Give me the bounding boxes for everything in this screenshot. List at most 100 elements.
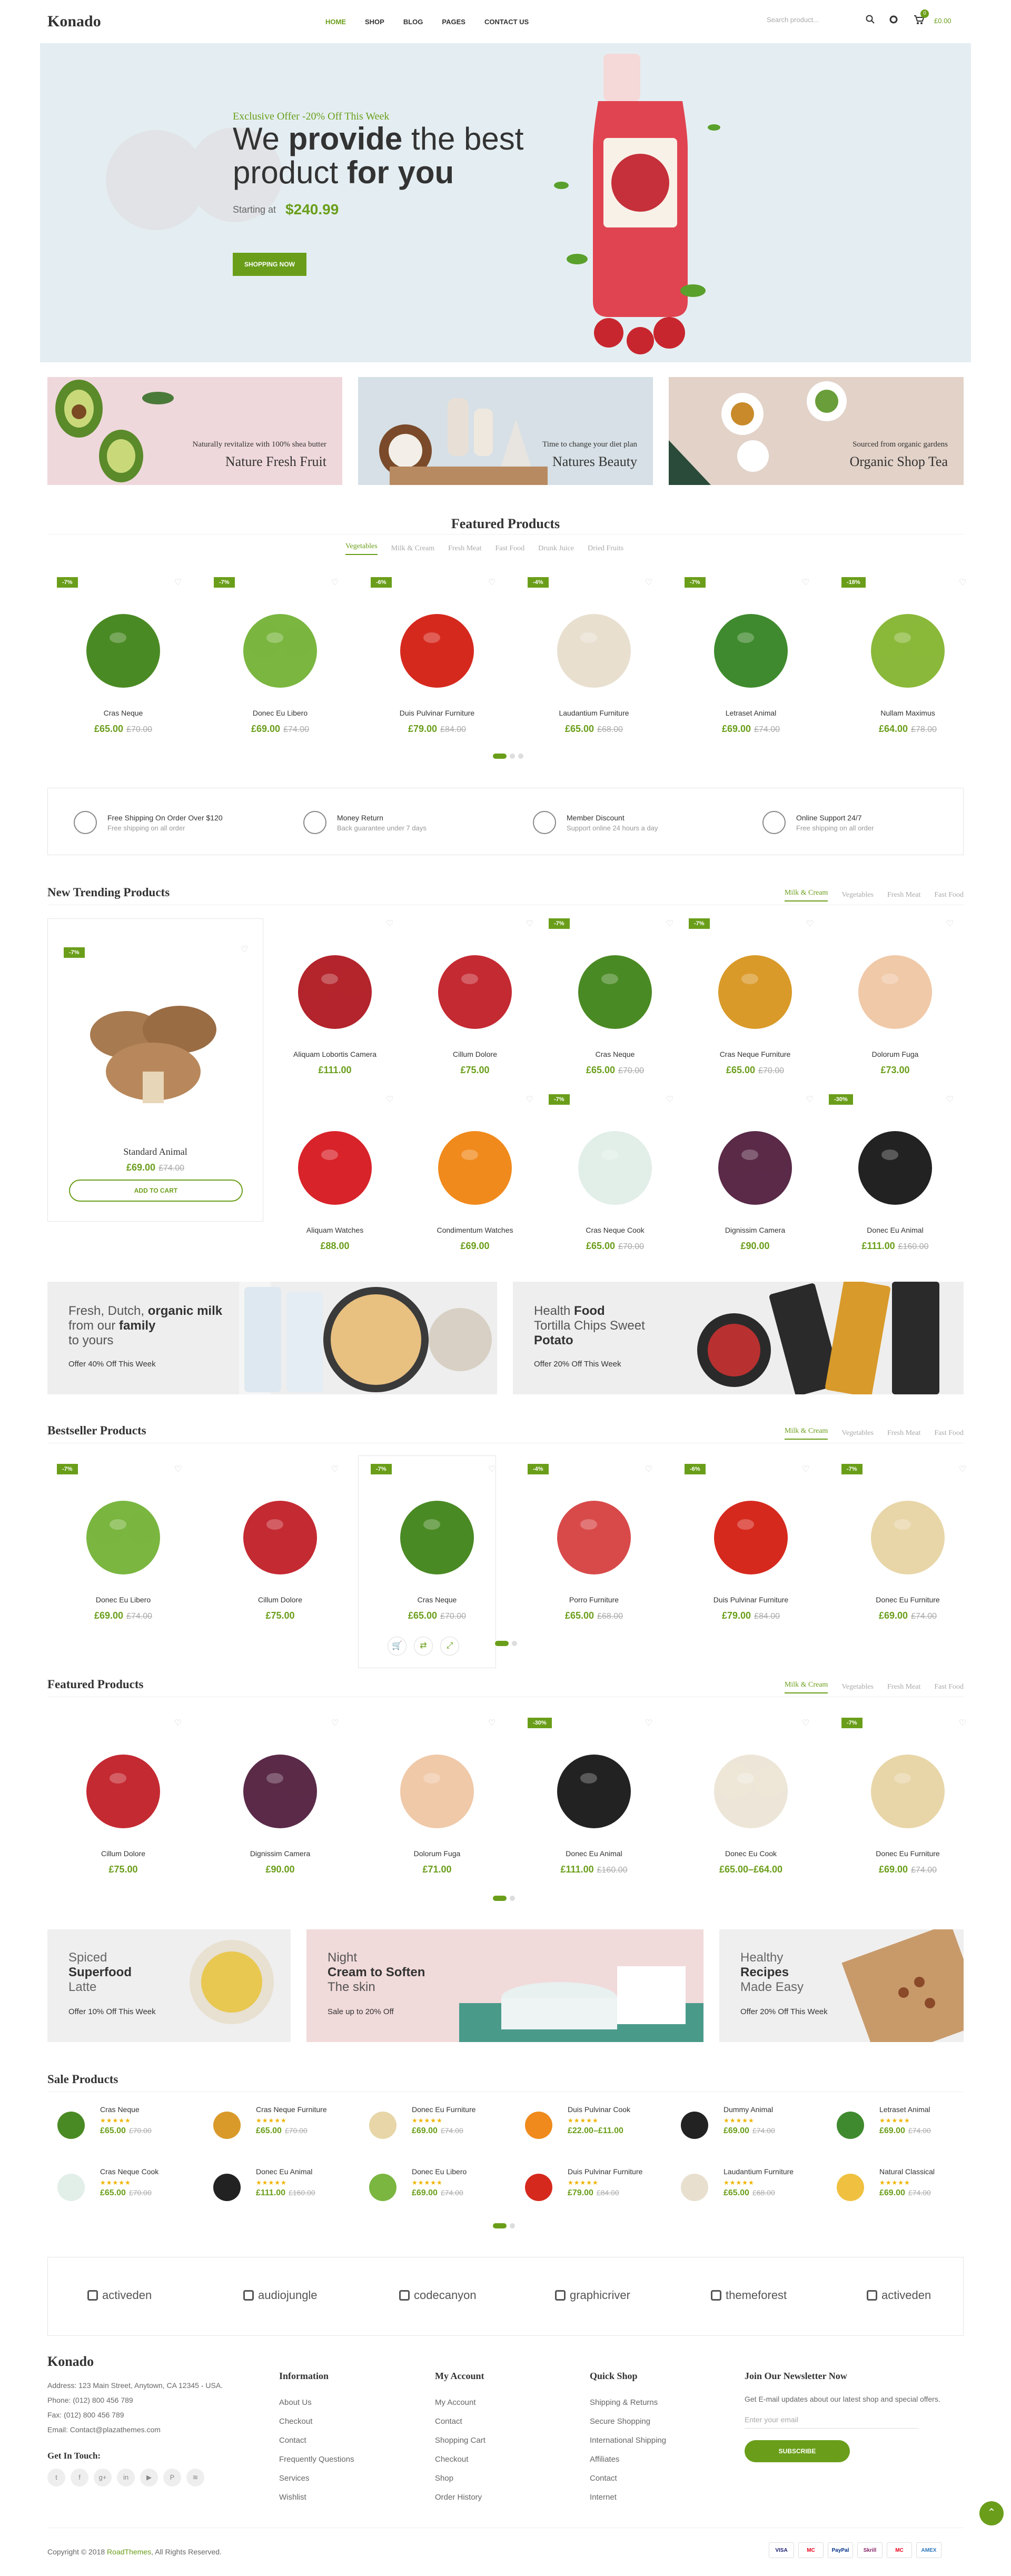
- brand-logo[interactable]: audiojungle: [243, 2288, 318, 2302]
- product-name[interactable]: Donec Eu Libero: [49, 1596, 197, 1604]
- brand-logo[interactable]: activeden: [867, 2288, 931, 2302]
- product-name[interactable]: Duis Pulvinar Furniture: [677, 1596, 825, 1604]
- product-image[interactable]: [520, 2167, 557, 2204]
- product-card[interactable]: -7% ♡ Donec Eu Furniture £69.00 £74.00: [834, 1464, 982, 1627]
- product-name[interactable]: Duis Pulvinar Furniture: [568, 2167, 642, 2176]
- tab-fast-food[interactable]: Fast Food: [934, 891, 964, 899]
- product-name[interactable]: Aliquam Lobortis Camera: [261, 1050, 409, 1058]
- product-card[interactable]: -4% ♡ Porro Furniture £65.00 £68.00: [520, 1464, 668, 1627]
- promo-health-food[interactable]: Health Food Tortilla Chips Sweet Potato …: [513, 1282, 964, 1394]
- footer-link[interactable]: About Us: [279, 2393, 354, 2412]
- product-card[interactable]: -7% ♡ Donec Eu Furniture £69.00 £74.00: [834, 1718, 982, 1881]
- wishlist-icon[interactable]: ♡: [331, 1718, 339, 1728]
- product-card[interactable]: -18% ♡ Nullam Maximus £64.00 £78.00: [834, 577, 982, 740]
- wishlist-icon[interactable]: ♡: [174, 1464, 182, 1474]
- footer-logo[interactable]: Konado: [47, 2354, 94, 2370]
- wishlist-icon[interactable]: ♡: [946, 918, 954, 928]
- sale-item[interactable]: Duis Pulvinar Furniture ★★★★★ £79.00 £84.00: [520, 2167, 642, 2204]
- tab-fresh-meat[interactable]: Fresh Meat: [887, 1683, 920, 1691]
- sale-item[interactable]: Laudantium Furniture ★★★★★ £65.00 £68.00: [676, 2167, 794, 2204]
- product-image[interactable]: [541, 593, 647, 698]
- sale-item[interactable]: Letraset Animal ★★★★★ £69.00 £74.00: [832, 2105, 931, 2142]
- carousel-pagination[interactable]: [493, 1896, 515, 1901]
- product-name[interactable]: Letraset Animal: [677, 709, 825, 717]
- product-name[interactable]: Cillum Dolore: [401, 1050, 549, 1058]
- footer-link[interactable]: International Shipping: [590, 2431, 666, 2450]
- carousel-pagination[interactable]: [493, 2223, 515, 2228]
- linkedin-icon[interactable]: in: [117, 2469, 135, 2486]
- product-card[interactable]: ♡ Dignissim Camera £90.00: [206, 1718, 354, 1881]
- footer-link[interactable]: Shopping Cart: [435, 2431, 485, 2450]
- product-image[interactable]: [855, 1733, 960, 1839]
- product-image[interactable]: [422, 1110, 528, 1215]
- wishlist-icon[interactable]: ♡: [958, 577, 967, 587]
- product-card[interactable]: -30% ♡ Donec Eu Animal £111.00 £160.00: [520, 1718, 668, 1881]
- product-name[interactable]: Cras Neque: [541, 1050, 689, 1058]
- product-image[interactable]: [209, 2105, 245, 2142]
- product-card[interactable]: ♡ Aliquam Watches £88.00: [261, 1094, 409, 1257]
- product-card[interactable]: ♡ Cillum Dolore £75.00: [49, 1718, 197, 1881]
- product-image[interactable]: [676, 2167, 713, 2204]
- twitter-icon[interactable]: t: [47, 2469, 65, 2486]
- tab-milk-cream[interactable]: Milk & Cream: [784, 1681, 828, 1693]
- sale-item[interactable]: Natural Classical ★★★★★ £69.00 £74.00: [832, 2167, 935, 2204]
- footer-link[interactable]: Services: [279, 2469, 354, 2488]
- product-image[interactable]: [855, 593, 960, 698]
- promo-superfood-latte[interactable]: Spiced Superfood Latte Offer 10% Off This …: [47, 1929, 291, 2042]
- product-image[interactable]: [562, 1110, 668, 1215]
- product-name[interactable]: Dignissim Camera: [681, 1226, 829, 1234]
- newsletter-email-input[interactable]: Enter your email: [745, 2415, 918, 2429]
- product-name[interactable]: Duis Pulvinar Cook: [568, 2105, 630, 2114]
- site-logo[interactable]: Konado: [47, 13, 101, 31]
- product-image[interactable]: [227, 1480, 333, 1585]
- cart-total[interactable]: £0.00: [934, 17, 951, 25]
- product-name[interactable]: Cras Neque: [49, 709, 197, 717]
- product-name[interactable]: Cras Neque Cook: [541, 1226, 689, 1234]
- brand-logo[interactable]: themeforest: [711, 2288, 787, 2302]
- sale-item[interactable]: Dummy Animal ★★★★★ £69.00 £74.00: [676, 2105, 775, 2142]
- wishlist-icon[interactable]: ♡: [801, 1718, 810, 1728]
- tab-milk-cream[interactable]: Milk & Cream: [784, 1427, 828, 1440]
- wishlist-icon[interactable]: ♡: [526, 1094, 534, 1104]
- wishlist-icon[interactable]: ♡: [958, 1718, 967, 1728]
- sale-item[interactable]: Donec Eu Libero ★★★★★ £69.00 £74.00: [364, 2167, 467, 2204]
- product-name[interactable]: Dolorum Fuga: [821, 1050, 969, 1058]
- wishlist-icon[interactable]: ♡: [526, 918, 534, 928]
- wishlist-icon[interactable]: ♡: [801, 1464, 810, 1474]
- product-name[interactable]: Cillum Dolore: [49, 1849, 197, 1858]
- product-image[interactable]: [562, 934, 668, 1039]
- product-name[interactable]: Donec Eu Furniture: [412, 2105, 475, 2114]
- product-image[interactable]: [282, 1110, 388, 1215]
- product-name[interactable]: Cras Neque Furniture: [681, 1050, 829, 1058]
- product-image[interactable]: [209, 2167, 245, 2204]
- promo-night-cream[interactable]: Night Cream to Soften The skin Sale up to …: [306, 1929, 703, 2042]
- wishlist-icon[interactable]: ♡: [488, 1718, 496, 1728]
- google-plus-icon[interactable]: g+: [94, 2469, 112, 2486]
- product-name[interactable]: Cras Neque: [100, 2105, 152, 2114]
- rss-icon[interactable]: ≋: [186, 2469, 204, 2486]
- banner-natures-beauty[interactable]: Time to change your diet plan Natures Be…: [358, 377, 653, 485]
- footer-link[interactable]: Affiliates: [590, 2450, 666, 2469]
- wishlist-icon[interactable]: ♡: [385, 1094, 394, 1104]
- product-image[interactable]: [71, 1733, 176, 1839]
- brand-logo[interactable]: activeden: [87, 2288, 152, 2302]
- product-card[interactable]: ♡ Condimentum Watches £69.00: [401, 1094, 549, 1257]
- tab-fresh-meat[interactable]: Fresh Meat: [448, 544, 481, 553]
- wishlist-icon[interactable]: ♡: [174, 577, 182, 587]
- product-card[interactable]: ♡ Dignissim Camera £90.00: [681, 1094, 829, 1257]
- wishlist-icon[interactable]: ♡: [241, 944, 249, 954]
- product-image[interactable]: [702, 1110, 808, 1215]
- promo-healthy-recipes[interactable]: Healthy Recipes Made Easy Offer 20% Off Th…: [719, 1929, 964, 2042]
- pinterest-icon[interactable]: P: [163, 2469, 181, 2486]
- product-name[interactable]: Donec Eu Cook: [677, 1849, 825, 1858]
- product-name[interactable]: Donec Eu Animal: [520, 1849, 668, 1858]
- product-name[interactable]: Standard Animal: [48, 1146, 263, 1157]
- product-card[interactable]: -7% ♡ Cras Neque Cook £65.00 £70.00: [541, 1094, 689, 1257]
- footer-link[interactable]: Frequently Questions: [279, 2450, 354, 2469]
- footer-link[interactable]: Secure Shopping: [590, 2412, 666, 2431]
- search-icon[interactable]: [866, 15, 876, 25]
- product-card[interactable]: ♡ Donec Eu Cook £65.00–£64.00: [677, 1718, 825, 1881]
- product-image[interactable]: [832, 2105, 869, 2142]
- product-card[interactable]: ♡ Dolorum Fuga £73.00: [821, 918, 969, 1082]
- carousel-pagination[interactable]: [493, 754, 523, 759]
